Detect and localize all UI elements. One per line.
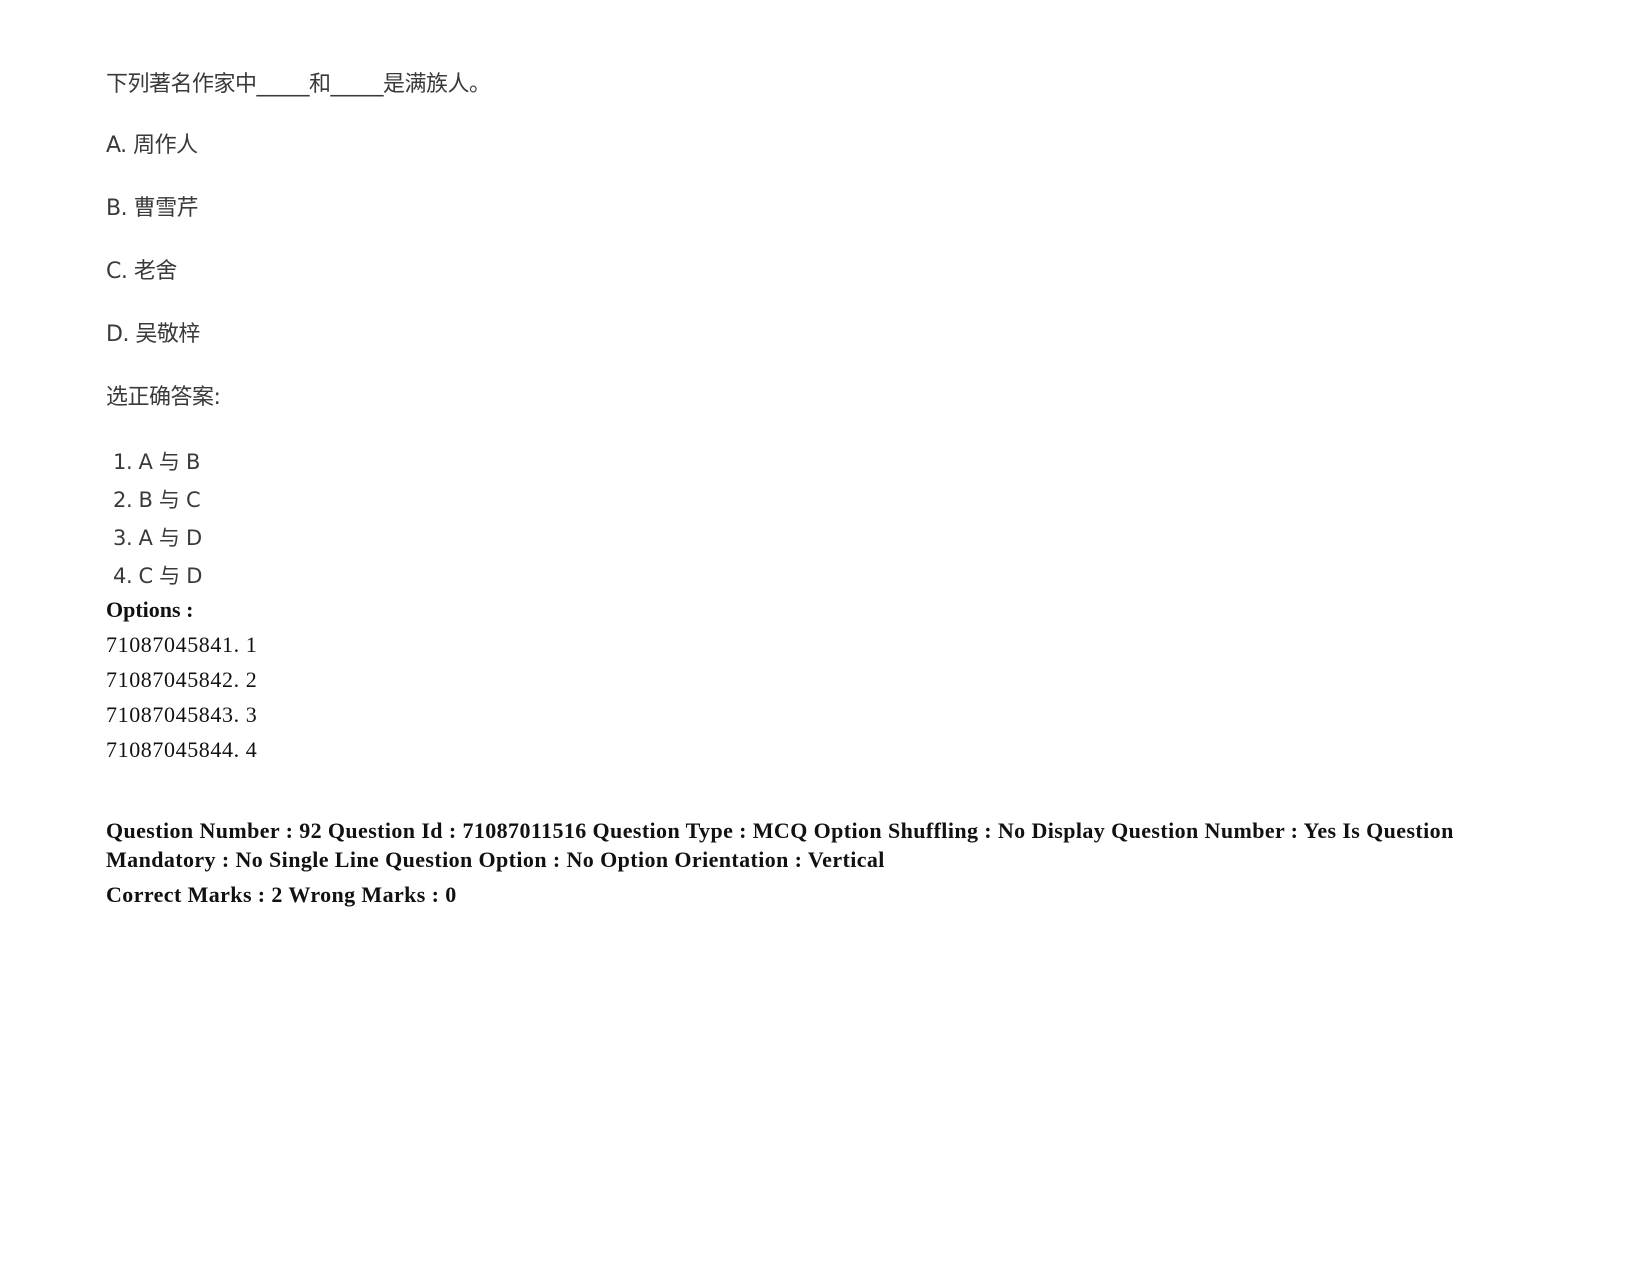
choice-text: A 与 D [138,526,202,550]
choice-text: C 与 D [138,564,203,588]
choice-text: B 与 C [138,488,201,512]
answer-option-b: B. 曹雪芹 [106,196,199,221]
choice-item-2: 2. B 与 C [113,481,202,519]
choice-number: 1. [113,450,133,474]
choice-text: A 与 B [138,450,201,474]
answer-option-c: C. 老舍 [106,259,177,284]
choice-number: 2. [113,488,133,512]
answer-option-a: A. 周作人 [106,133,198,158]
choice-list: 1. A 与 B 2. B 与 C 3. A 与 D 4. C 与 D [113,443,202,595]
option-id-item: 71087045843. 3 [106,702,258,727]
choice-number: 4. [113,564,133,588]
option-id-item: 71087045842. 2 [106,667,258,692]
option-id-list: 71087045841. 1 71087045842. 2 7108704584… [106,627,257,767]
choice-item-4: 4. C 与 D [113,557,202,595]
option-id-item: 71087045841. 1 [106,632,258,657]
answer-prompt: 选正确答案: [106,385,221,410]
question-stem: 下列著名作家中_____和_____是满族人。 [106,72,491,97]
answer-option-d: D. 吴敬梓 [106,322,200,347]
question-metadata: Question Number : 92 Question Id : 71087… [106,818,1454,872]
option-id-item: 71087045844. 4 [106,737,258,762]
choice-item-3: 3. A 与 D [113,519,202,557]
choice-number: 3. [113,526,133,550]
choice-item-1: 1. A 与 B [113,443,202,481]
question-marks: Correct Marks : 2 Wrong Marks : 0 [106,882,457,907]
options-heading: Options : [106,597,194,622]
